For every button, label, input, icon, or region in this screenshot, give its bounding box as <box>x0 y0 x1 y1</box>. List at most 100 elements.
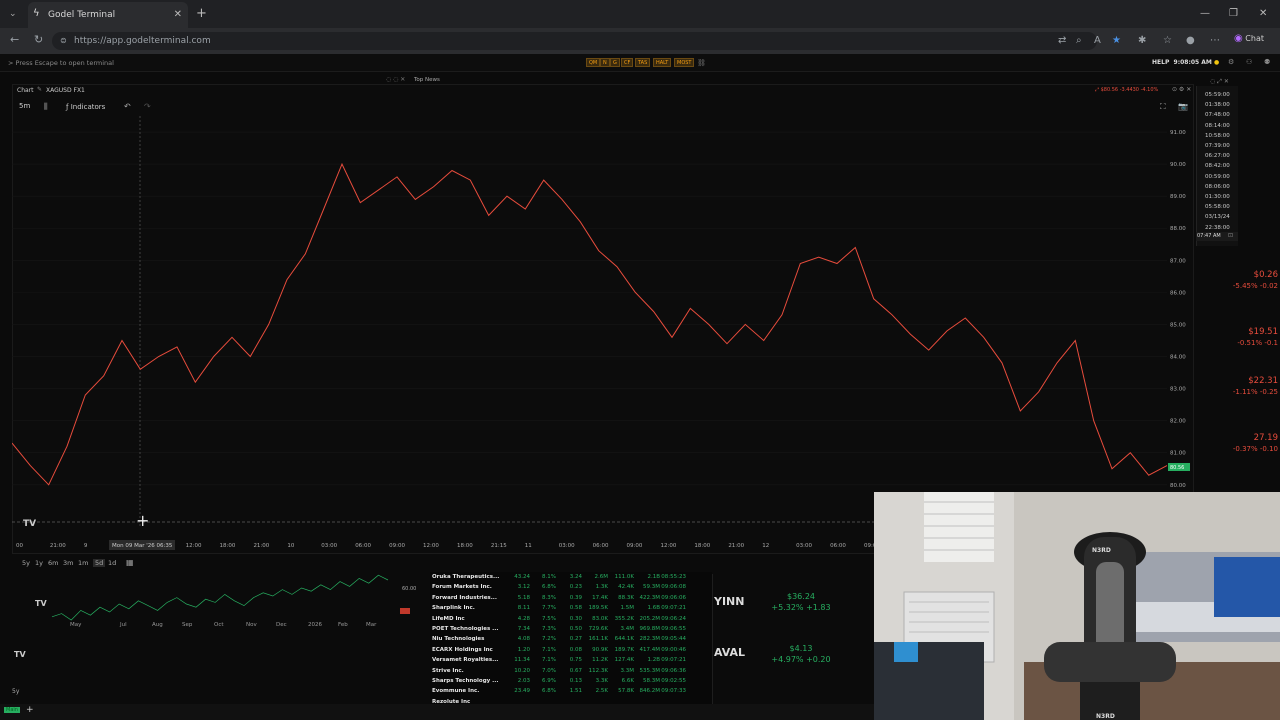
top-news-tab[interactable]: Top News <box>414 77 440 83</box>
table-row[interactable]: LifeMD Inc 4.28 7.5% 0.30 83.0K 355.2K 205.2M 0… <box>432 616 710 626</box>
close-tab-icon[interactable]: ✕ <box>174 9 182 20</box>
range-option-5y[interactable]: 5y <box>22 559 30 567</box>
time-list-item[interactable]: 10:58:00 <box>1205 133 1230 139</box>
time-list-item[interactable]: 03/13/24 <box>1205 214 1230 220</box>
candle-type-icon[interactable]: ⫼ <box>44 102 48 112</box>
range-option-5d[interactable]: 5d <box>93 559 106 567</box>
command-hint[interactable]: > Press Escape to open terminal <box>8 59 114 67</box>
settings-icon[interactable]: ⚙ <box>1228 58 1234 66</box>
table-row[interactable]: POET Technologies ... 7.34 7.3% 0.50 729.6K 3… <box>432 626 710 636</box>
profile-avatar-icon[interactable]: ● <box>1186 35 1195 46</box>
table-cell: 0.13 <box>569 678 582 684</box>
quote-price[interactable]: $19.51 <box>1198 327 1278 337</box>
time-list-item[interactable]: 05:58:00 <box>1205 204 1230 210</box>
minimize-icon[interactable]: — <box>1200 8 1210 19</box>
time-list-item[interactable]: 07:48:00 <box>1205 112 1230 118</box>
table-cell: 7.7% <box>542 605 556 612</box>
toolbar-button-cf[interactable]: CF <box>621 58 634 67</box>
table-row[interactable]: Niu Technologies 4.08 7.2% 0.27 161.1K 644.1K… <box>432 636 710 646</box>
table-cell: 127.4K <box>614 657 634 664</box>
account-icon[interactable]: ⚇ <box>1246 58 1252 66</box>
list-footer-icon[interactable]: ⊡ <box>1228 232 1233 239</box>
chart-symbol[interactable]: XAGUSD FX1 <box>46 87 85 94</box>
quote-price[interactable]: $0.26 <box>1198 270 1278 280</box>
zoom-icon[interactable]: ⌕ <box>1076 35 1082 46</box>
bookmark-star-icon[interactable]: ★ <box>1112 35 1121 46</box>
add-workspace-icon[interactable]: + <box>26 705 34 715</box>
time-list-item[interactable]: 00:59:00 <box>1205 174 1230 180</box>
range-option-6m[interactable]: 6m <box>48 559 58 567</box>
time-list-item[interactable]: 01:30:00 <box>1205 194 1230 200</box>
toolbar-button-qm[interactable]: QM <box>586 58 601 67</box>
reload-icon[interactable]: ↻ <box>34 33 43 46</box>
bottom-range-5y[interactable]: 5y <box>12 688 19 695</box>
range-option-1d[interactable]: 1d <box>108 559 116 567</box>
browser-tab[interactable]: ϟ Godel Terminal ✕ <box>28 2 188 28</box>
workspace-tab-main[interactable]: Main <box>4 707 20 713</box>
table-row[interactable]: Forum Markets Inc. 3.12 6.8% 0.23 1.3K 42.4K 5… <box>432 584 710 594</box>
price-chart[interactable]: + 91.00 90.00 89.00 88.00 87.00 86.00 85.00 84.… <box>12 116 1194 556</box>
fullscreen-icon[interactable]: ⛶ <box>1160 102 1166 112</box>
undo-icon[interactable]: ↶ <box>124 102 131 111</box>
range-option-3m[interactable]: 3m <box>63 559 73 567</box>
toolbar-button-n[interactable]: N <box>600 58 610 67</box>
table-cell: 09:07:21 <box>661 605 686 612</box>
table-row[interactable]: Evommune Inc. 23.49 6.8% 1.51 2.5K 57.8K 846.2… <box>432 688 710 698</box>
ticker-symbol-yinn[interactable]: YINN <box>714 595 744 608</box>
table-row[interactable]: Forward Industries... 5.18 8.3% 0.39 17.4K 88… <box>432 595 710 605</box>
url-input[interactable]: https://app.godelterminal.com <box>52 32 1097 50</box>
news-window-controls-icon[interactable]: ◌ ◌ ✕ <box>386 76 405 83</box>
time-list-item[interactable]: 01:38:00 <box>1205 102 1230 108</box>
read-aloud-icon[interactable]: A <box>1094 35 1101 46</box>
toolbar-button-tas[interactable]: TAS <box>635 58 651 67</box>
webcam-overlay: N3RD N3RD <box>874 492 1280 720</box>
toolbar-button-g[interactable]: G <box>610 58 620 67</box>
chart-window-controls-icon[interactable]: ⊙ ⚙ ✕ <box>1172 86 1191 93</box>
table-row[interactable]: Strive Inc. 10.20 7.0% 0.67 112.3K 3.3M 535.3M… <box>432 668 710 678</box>
edit-icon[interactable]: ✎ <box>37 86 42 93</box>
table-row[interactable]: ECARX Holdings Inc 1.20 7.1% 0.08 90.9K 189.7… <box>432 647 710 657</box>
extensions-icon[interactable]: ✱ <box>1138 35 1146 46</box>
redo-icon[interactable]: ↷ <box>144 102 151 111</box>
quote-price[interactable]: $22.31 <box>1198 376 1278 386</box>
maximize-icon[interactable]: ❐ <box>1229 8 1238 19</box>
copilot-chat-button[interactable]: ◉ Chat <box>1234 33 1264 44</box>
help-link[interactable]: HELP <box>1152 59 1169 66</box>
range-option-1y[interactable]: 1y <box>35 559 43 567</box>
calendar-icon[interactable]: ▦ <box>126 558 134 567</box>
quote-price[interactable]: 27.19 <box>1198 433 1278 443</box>
translate-icon[interactable]: ⇄ <box>1058 35 1066 46</box>
toolbar-button-most[interactable]: MOST <box>674 58 695 67</box>
toolbar-button-halt[interactable]: HALT <box>653 58 672 67</box>
company-name-cell: Versamet Royalties... <box>432 657 499 664</box>
time-list-item[interactable]: 08:06:00 <box>1205 184 1230 190</box>
time-list-item[interactable]: 08:42:00 <box>1205 163 1230 169</box>
camera-icon[interactable]: 📷 <box>1178 102 1188 111</box>
tab-menu-icon[interactable]: ⌄ <box>9 9 17 19</box>
link-icon[interactable]: ⛓ <box>697 59 706 67</box>
time-list-item[interactable]: 06:27:00 <box>1205 153 1230 159</box>
time-list-item[interactable]: 07:39:00 <box>1205 143 1230 149</box>
time-list-item[interactable]: 22:38:00 <box>1205 225 1230 231</box>
user-icon[interactable]: ⚉ <box>1264 58 1270 66</box>
range-option-1m[interactable]: 1m <box>78 559 88 567</box>
ticker-symbol-aval[interactable]: AVAL <box>714 646 745 659</box>
list-window-controls-icon[interactable]: ◌ ⤢ ✕ <box>1210 78 1229 86</box>
godel-favicon-icon: ϟ <box>33 8 40 19</box>
mini-chart[interactable]: May Jul Aug Sep Oct Nov Dec 2026 Feb Mar TV 60.00 <box>32 570 422 640</box>
new-tab-icon[interactable]: + <box>196 6 207 21</box>
favorites-icon[interactable]: ☆ <box>1163 35 1172 46</box>
mini-x-tick: May <box>70 622 82 628</box>
indicators-button[interactable]: ƒ Indicators <box>66 103 105 111</box>
site-info-icon[interactable]: ⊜ <box>60 36 67 45</box>
table-row[interactable]: Oruka Therapeutics... 43.24 8.1% 3.24 2.6M 11… <box>432 574 710 584</box>
time-list-item[interactable]: 08:14:00 <box>1205 123 1230 129</box>
interval-selector[interactable]: 5m <box>19 102 30 110</box>
close-window-icon[interactable]: ✕ <box>1259 8 1267 19</box>
back-icon[interactable]: ← <box>10 33 19 46</box>
table-row[interactable]: Versamet Royalties... 11.34 7.1% 0.75 11.2K 1… <box>432 657 710 667</box>
table-row[interactable]: Sharps Technology ... 2.03 6.9% 0.13 3.3K 6.6… <box>432 678 710 688</box>
table-row[interactable]: Sharplink Inc. 8.11 7.7% 0.58 189.5K 1.5M 1.6B… <box>432 605 710 615</box>
time-list-item[interactable]: 05:59:00 <box>1205 92 1230 98</box>
more-menu-icon[interactable]: ⋯ <box>1210 35 1220 46</box>
